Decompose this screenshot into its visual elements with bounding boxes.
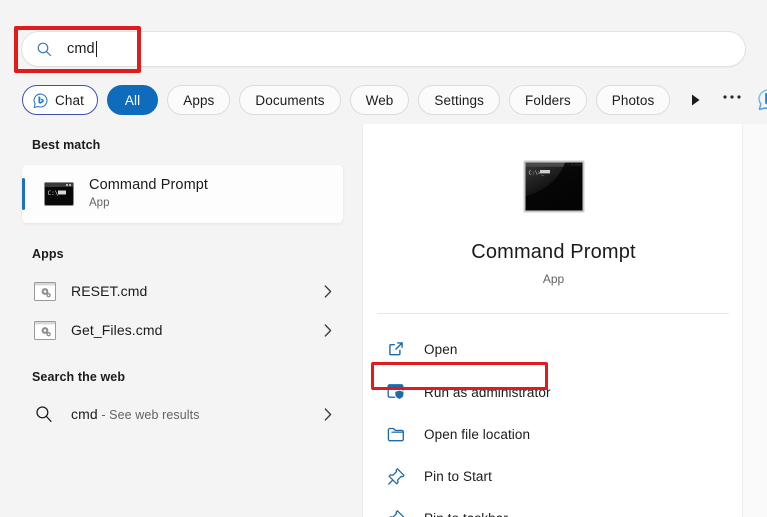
ellipsis-icon <box>723 95 741 99</box>
action-label: Run as administrator <box>424 384 551 400</box>
search-icon <box>34 404 56 424</box>
search-input[interactable]: cmd <box>21 31 746 67</box>
tab-apps[interactable]: Apps <box>167 85 231 115</box>
tab-web-label: Web <box>365 92 394 108</box>
chevron-right-icon[interactable] <box>319 323 337 337</box>
windows-search-flyout: cmd Chat All Apps Documents Web Settings… <box>0 0 767 517</box>
action-label: Pin to taskbar <box>424 511 508 517</box>
list-item-label: RESET.cmd <box>71 283 148 299</box>
action-open-file-location[interactable]: Open file location <box>371 417 737 451</box>
web-search-suffix: - See web results <box>97 408 200 422</box>
result-item-title: Command Prompt <box>89 177 209 193</box>
command-prompt-large-icon: C:\>_ <box>363 160 744 213</box>
section-heading-best-match: Best match <box>32 138 101 152</box>
pin-icon <box>385 507 407 517</box>
tab-all-label: All <box>124 92 141 108</box>
tab-chat-label: Chat <box>55 92 84 108</box>
bing-chat-button[interactable] <box>756 85 767 115</box>
more-options-button[interactable] <box>722 87 742 113</box>
action-label: Open file location <box>424 426 531 442</box>
chevron-right-icon[interactable] <box>319 284 337 298</box>
tab-documents-label: Documents <box>255 92 325 108</box>
bing-chat-icon <box>33 93 48 108</box>
tab-chat[interactable]: Chat <box>22 85 98 115</box>
selection-accent-bar <box>22 178 25 210</box>
tab-settings-label: Settings <box>434 92 485 108</box>
chevron-right-icon[interactable] <box>319 407 337 421</box>
panel-right-edge <box>742 124 767 517</box>
divider <box>377 313 729 314</box>
svg-text:C:\: C:\ <box>48 190 59 197</box>
action-label: Open <box>424 341 458 357</box>
text-caret <box>95 41 97 57</box>
search-input-value: cmd <box>67 41 95 57</box>
search-bar-region: cmd <box>0 0 767 78</box>
list-item-label: Get_Files.cmd <box>71 322 163 338</box>
list-item-label: cmd - See web results <box>71 406 319 422</box>
tab-folders[interactable]: Folders <box>509 85 587 115</box>
action-open[interactable]: Open <box>371 332 737 366</box>
section-heading-search-the-web: Search the web <box>32 370 126 384</box>
open-external-icon <box>385 338 407 360</box>
search-text-wrap: cmd <box>67 41 97 57</box>
list-item-web-search[interactable]: cmd - See web results <box>22 395 343 433</box>
section-heading-apps: Apps <box>32 247 64 261</box>
command-prompt-icon: C:\ <box>44 182 74 206</box>
shield-window-icon <box>385 381 407 403</box>
tab-overflow-next-button[interactable] <box>689 87 702 113</box>
tab-folders-label: Folders <box>525 92 571 108</box>
tab-settings[interactable]: Settings <box>418 85 501 115</box>
action-pin-to-taskbar[interactable]: Pin to taskbar <box>371 501 737 517</box>
folder-icon <box>385 423 407 445</box>
results-list-pane: Best match C:\ Command Prompt App Apps R… <box>0 124 362 517</box>
tab-apps-label: Apps <box>183 92 215 108</box>
search-icon <box>37 42 52 56</box>
tab-photos[interactable]: Photos <box>595 85 671 115</box>
bing-chat-icon <box>758 89 767 111</box>
pin-icon <box>385 465 407 487</box>
tab-all[interactable]: All <box>106 85 159 115</box>
play-arrow-icon <box>692 94 700 106</box>
result-item-subtitle: App <box>89 197 110 209</box>
action-run-as-administrator[interactable]: Run as administrator <box>371 375 737 409</box>
action-label: Pin to Start <box>424 468 492 484</box>
preview-app-subtitle: App <box>542 272 565 286</box>
list-item-reset-cmd[interactable]: RESET.cmd <box>22 272 343 310</box>
app-preview-pane: C:\>_ Command Prompt App Open Run as adm… <box>362 124 743 517</box>
web-search-query: cmd <box>71 406 98 422</box>
tab-documents[interactable]: Documents <box>239 85 341 115</box>
tab-web[interactable]: Web <box>349 85 410 115</box>
preview-app-title: Command Prompt <box>471 241 636 263</box>
action-pin-to-start[interactable]: Pin to Start <box>371 459 737 493</box>
cmd-script-icon <box>34 320 56 340</box>
result-item-text: Command Prompt App <box>89 177 208 211</box>
result-item-command-prompt[interactable]: C:\ Command Prompt App <box>22 165 343 223</box>
cmd-script-icon <box>34 281 56 301</box>
filter-tabs-bar: Chat All Apps Documents Web Settings Fol… <box>0 78 767 122</box>
tab-photos-label: Photos <box>611 92 655 108</box>
list-item-get-files-cmd[interactable]: Get_Files.cmd <box>22 311 343 349</box>
